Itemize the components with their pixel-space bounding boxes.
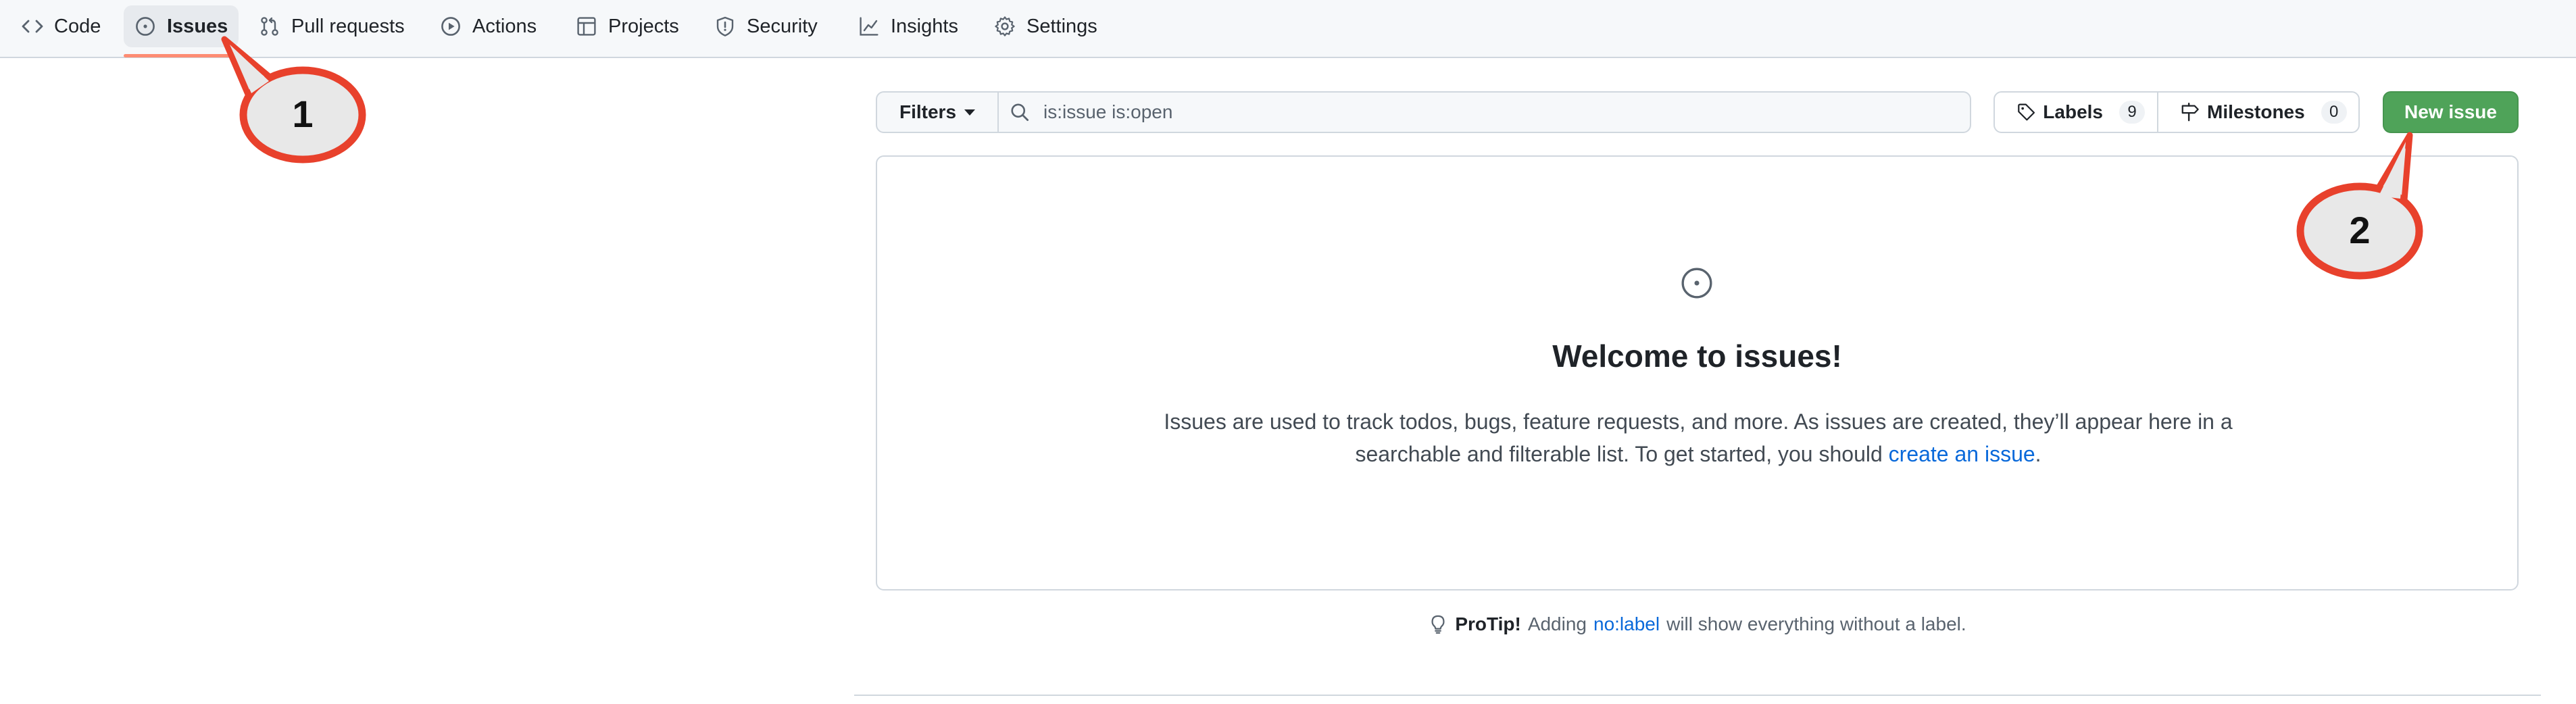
protip-before: Adding <box>1527 613 1587 634</box>
tab-security[interactable]: Security <box>703 5 828 47</box>
callout-2-number: 2 <box>2349 209 2371 251</box>
tab-code[interactable]: Code <box>11 5 112 47</box>
protip-strong: ProTip! <box>1455 613 1521 634</box>
tab-code-label: Code <box>54 15 101 37</box>
search-input[interactable] <box>1042 101 1921 124</box>
blankslate-description: Issues are used to track todos, bugs, fe… <box>1161 405 2235 470</box>
milestone-icon <box>2181 103 2199 122</box>
tab-issues-label: Issues <box>167 15 228 37</box>
milestones-label: Milestones <box>2207 101 2305 122</box>
tab-settings[interactable]: Settings <box>983 5 1108 47</box>
issues-blankslate: Welcome to issues! Issues are used to tr… <box>876 155 2519 590</box>
tab-issues[interactable]: Issues <box>124 5 239 47</box>
milestones-button[interactable]: Milestones 0 <box>2158 93 2359 132</box>
tab-pull-requests-label: Pull requests <box>291 15 405 37</box>
issue-search <box>999 93 1970 132</box>
selected-tab-underline <box>124 54 236 57</box>
filters-search-group: Filters <box>876 91 1971 133</box>
filters-button[interactable]: Filters <box>877 93 999 132</box>
repo-nav: Code Issues Pull requests Actions Projec… <box>0 0 2576 58</box>
tab-settings-label: Settings <box>1026 15 1097 37</box>
protip: ProTip! Adding no:label will show everyt… <box>876 613 2519 635</box>
create-issue-link[interactable]: create an issue <box>1889 442 2035 466</box>
blankslate-text-end: . <box>2035 442 2041 466</box>
labels-label: Labels <box>2043 101 2103 122</box>
issue-opened-icon <box>1681 268 1712 299</box>
light-bulb-icon <box>1431 615 1445 634</box>
protip-after: will show everything without a label. <box>1666 613 1966 634</box>
filters-label: Filters <box>899 101 957 122</box>
no-label-link[interactable]: no:label <box>1593 613 1660 635</box>
code-icon <box>22 20 43 33</box>
tab-actions-label: Actions <box>472 15 537 37</box>
blankslate-title: Welcome to issues! <box>1552 338 1842 374</box>
new-issue-button[interactable]: New issue <box>2383 91 2519 133</box>
gear-icon <box>995 16 1015 36</box>
issue-opened-icon <box>136 17 155 36</box>
graph-icon <box>860 17 878 36</box>
labels-count: 9 <box>2119 101 2145 124</box>
blankslate-text: Issues are used to track todos, bugs, fe… <box>1164 409 2233 466</box>
play-icon <box>441 17 460 36</box>
tab-actions[interactable]: Actions <box>429 5 547 47</box>
callout-1-number: 1 <box>292 93 314 135</box>
git-pull-request-icon <box>261 17 278 36</box>
tab-projects-label: Projects <box>608 15 679 37</box>
tab-projects[interactable]: Projects <box>565 5 690 47</box>
table-icon <box>577 17 596 36</box>
milestones-count: 0 <box>2321 101 2347 124</box>
shield-icon <box>716 16 734 36</box>
tab-pull-requests[interactable]: Pull requests <box>248 5 416 47</box>
chevron-down-icon <box>964 109 976 116</box>
labels-button[interactable]: Labels 9 <box>1995 93 2158 132</box>
divider <box>854 695 2541 696</box>
tab-insights[interactable]: Insights <box>847 5 969 47</box>
tab-insights-label: Insights <box>891 15 958 37</box>
tag-icon <box>2018 103 2035 121</box>
labels-milestones-group: Labels 9 Milestones 0 <box>1993 91 2360 133</box>
search-icon <box>1011 103 1029 122</box>
tab-security-label: Security <box>747 15 818 37</box>
